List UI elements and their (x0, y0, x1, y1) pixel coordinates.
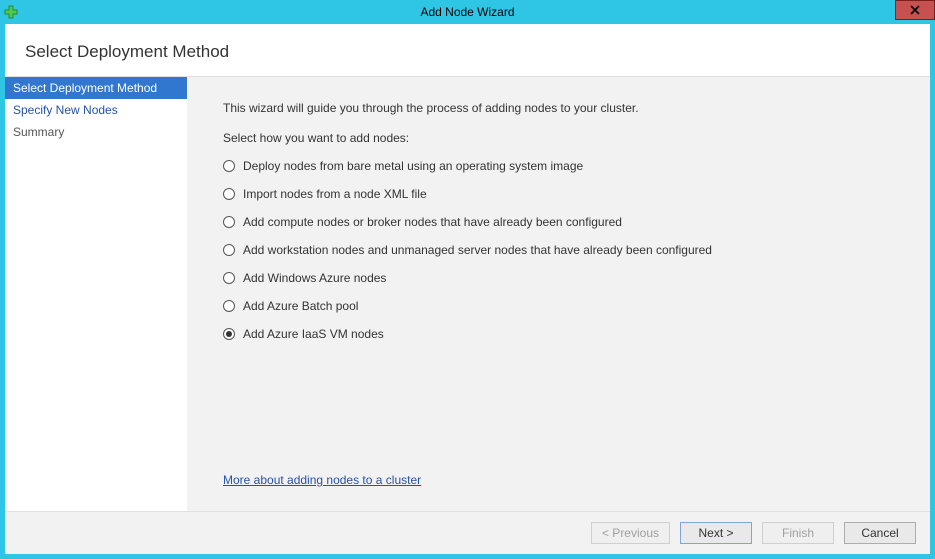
help-link[interactable]: More about adding nodes to a cluster (223, 433, 421, 495)
content-panel: This wizard will guide you through the p… (187, 77, 930, 511)
radio-icon (223, 328, 235, 340)
option-label: Import nodes from a node XML file (243, 187, 427, 201)
radio-icon (223, 300, 235, 312)
wizard-inner: Select Deployment Method Select Deployme… (5, 24, 930, 554)
next-button[interactable]: Next > (680, 522, 752, 544)
close-button[interactable] (895, 0, 935, 20)
option-label: Add Azure IaaS VM nodes (243, 327, 384, 341)
cancel-button[interactable]: Cancel (844, 522, 916, 544)
step-specify-new-nodes[interactable]: Specify New Nodes (5, 99, 187, 121)
deployment-options: Deploy nodes from bare metal using an op… (223, 159, 902, 341)
add-node-icon (4, 5, 18, 19)
step-label: Summary (13, 125, 64, 139)
intro-text: This wizard will guide you through the p… (223, 101, 902, 115)
option-label: Add compute nodes or broker nodes that h… (243, 215, 622, 229)
steps-sidebar: Select Deployment Method Specify New Nod… (5, 77, 187, 511)
radio-icon (223, 188, 235, 200)
option-import-xml[interactable]: Import nodes from a node XML file (223, 187, 902, 201)
wizard-body: Select Deployment Method Specify New Nod… (5, 76, 930, 511)
option-label: Add workstation nodes and unmanaged serv… (243, 243, 712, 257)
option-bare-metal[interactable]: Deploy nodes from bare metal using an op… (223, 159, 902, 173)
option-label: Add Azure Batch pool (243, 299, 358, 313)
wizard-window: Add Node Wizard Select Deployment Method… (0, 0, 935, 559)
radio-icon (223, 216, 235, 228)
window-title: Add Node Wizard (0, 5, 935, 19)
option-windows-azure[interactable]: Add Windows Azure nodes (223, 271, 902, 285)
previous-button: < Previous (591, 522, 670, 544)
finish-button: Finish (762, 522, 834, 544)
step-label: Select Deployment Method (13, 81, 157, 95)
option-workstation-unmanaged[interactable]: Add workstation nodes and unmanaged serv… (223, 243, 902, 257)
wizard-footer: < Previous Next > Finish Cancel (5, 511, 930, 554)
step-summary[interactable]: Summary (5, 121, 187, 143)
radio-icon (223, 244, 235, 256)
option-label: Deploy nodes from bare metal using an op… (243, 159, 583, 173)
step-select-deployment-method[interactable]: Select Deployment Method (5, 77, 187, 99)
option-label: Add Windows Azure nodes (243, 271, 386, 285)
prompt-text: Select how you want to add nodes: (223, 131, 902, 145)
titlebar: Add Node Wizard (0, 0, 935, 24)
radio-icon (223, 160, 235, 172)
option-compute-broker[interactable]: Add compute nodes or broker nodes that h… (223, 215, 902, 229)
option-azure-iaas-vm[interactable]: Add Azure IaaS VM nodes (223, 327, 902, 341)
option-azure-batch-pool[interactable]: Add Azure Batch pool (223, 299, 902, 313)
radio-icon (223, 272, 235, 284)
step-label: Specify New Nodes (13, 103, 118, 117)
page-title: Select Deployment Method (5, 24, 930, 76)
